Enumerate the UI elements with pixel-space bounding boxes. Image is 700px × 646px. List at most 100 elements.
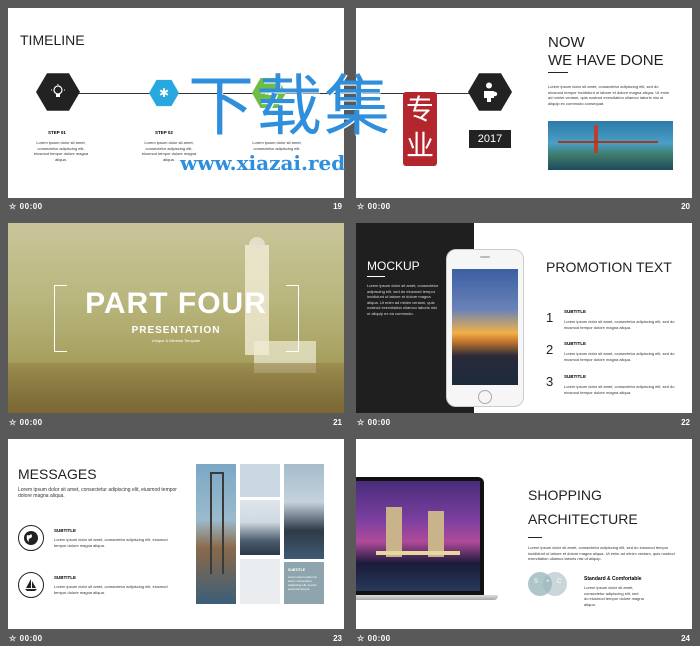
slide-title: TIMELINE	[20, 32, 85, 48]
divider	[548, 72, 568, 73]
item-number: 3	[546, 374, 554, 389]
item-text: Lorem ipsum dolor sit amet, consectetur …	[564, 351, 675, 362]
tile-label: SUBTITLE	[288, 568, 306, 572]
item-label: SUBTITLE	[564, 341, 586, 346]
slide-caption-bar: ☆ 00:00 19	[8, 200, 344, 214]
city-photo	[240, 500, 280, 555]
watermark-logo-text: 下载集	[188, 68, 392, 145]
grass-field	[8, 363, 344, 413]
circle-plus-label: +	[546, 579, 550, 585]
section-title: PART FOUR	[85, 287, 267, 320]
item-text: Lorem ipsum dolor sit amet, consectetur …	[54, 537, 168, 548]
lightbulb-icon	[36, 73, 80, 111]
body-text: Lorem ipsum dolor sit amet, consectetur …	[548, 84, 670, 106]
slide-timing: 00:00	[367, 418, 391, 427]
tile-text: Lorem ipsum dolor sit amet, consectetur …	[288, 575, 317, 591]
bridge-photo	[548, 121, 673, 170]
phone-mockup	[446, 249, 524, 407]
bridge-deck	[376, 551, 460, 555]
bridge-tower	[386, 507, 402, 557]
transition-star-icon: ☆	[357, 418, 365, 427]
title-line: WE HAVE DONE	[548, 52, 664, 69]
bridge-deck	[558, 141, 658, 143]
slide-caption-bar: ☆ 00:00 24	[356, 632, 692, 646]
title-line: ARCHITECTURE	[528, 511, 638, 527]
item-label: SUBTITLE	[54, 528, 76, 533]
slide-title: SHOPPING ARCHITECTURE	[528, 483, 638, 531]
slide-timing: 00:00	[367, 202, 391, 211]
mockup-label: MOCKUP	[367, 259, 420, 273]
slide-thumbnail-21[interactable]: PART FOUR PRESENTATION Unique & Minimal …	[8, 223, 344, 413]
transition-star-icon: ☆	[9, 418, 17, 427]
feature-label: Standard & Comfortable	[584, 576, 642, 582]
transition-star-icon: ☆	[357, 634, 365, 643]
phone-speaker	[480, 256, 490, 258]
slide-thumbnail-24[interactable]: SHOPPING ARCHITECTURE Lorem ipsum dolor …	[356, 439, 692, 629]
transition-star-icon: ☆	[9, 202, 17, 211]
item-text: Lorem ipsum dolor sit amet, consectetur …	[564, 384, 675, 395]
bridge-tower	[210, 472, 224, 574]
slide-title: NOW WE HAVE DONE	[548, 34, 664, 70]
body-text: Lorem ipsum dolor sit amet, consectetur …	[528, 545, 675, 561]
item-label: SUBTITLE	[564, 309, 586, 314]
step-label: STEP 02	[155, 130, 173, 135]
section-tagline: Unique & Minimal Template	[151, 338, 201, 343]
item-text: Lorem ipsum dolor sit amet, consectetur …	[564, 319, 675, 330]
slide-caption-bar: ☆ 00:00 20	[356, 200, 692, 214]
slide-timing: 00:00	[19, 418, 43, 427]
tower-bridge-photo	[356, 481, 480, 591]
home-button	[478, 390, 492, 404]
slide-timing: 00:00	[19, 634, 43, 643]
businessman-icon	[468, 73, 512, 111]
year-badge: 2017	[469, 130, 511, 148]
divider	[367, 276, 385, 277]
slide-number: 21	[333, 418, 342, 427]
item-number: 1	[546, 310, 554, 325]
step-label: STEP 01	[48, 130, 66, 135]
bridge-tower	[594, 125, 598, 153]
item-number: 2	[546, 342, 554, 357]
slide-number: 19	[333, 202, 342, 211]
slide-caption-bar: ☆ 00:00 22	[356, 416, 692, 430]
watermark-seal: 专业	[403, 92, 437, 166]
slide-title: MESSAGES	[18, 466, 97, 482]
title-line: NOW	[548, 34, 585, 51]
intro-text: Lorem ipsum dolor sit amet, consectetur …	[18, 487, 177, 499]
photo-tile	[240, 559, 280, 604]
sailboat-icon	[18, 572, 44, 598]
transition-star-icon: ☆	[357, 202, 365, 211]
feature-text: Lorem ipsum dolor sit amet, consectetur …	[584, 585, 644, 607]
item-text: Lorem ipsum dolor sit amet, consectetur …	[54, 584, 168, 595]
slide-number: 20	[681, 202, 690, 211]
slide-number: 24	[681, 634, 690, 643]
slide-timing: 00:00	[367, 634, 391, 643]
lighthouse-lamp	[249, 237, 265, 249]
item-label: SUBTITLE	[54, 575, 76, 580]
slide-caption-bar: ☆ 00:00 23	[8, 632, 344, 646]
laptop-mockup	[356, 477, 484, 595]
laptop-base	[356, 595, 498, 600]
slide-title: PROMOTION TEXT	[546, 259, 672, 275]
transition-star-icon: ☆	[9, 634, 17, 643]
skyline-photo	[284, 464, 324, 559]
slide-timing: 00:00	[19, 202, 43, 211]
slide-number: 23	[333, 634, 342, 643]
slide-thumbnail-22[interactable]: MOCKUP Lorem ipsum dolor sit amet, conse…	[356, 223, 692, 413]
slide-thumbnail-23[interactable]: MESSAGES Lorem ipsum dolor sit amet, con…	[8, 439, 344, 629]
slide-number: 22	[681, 418, 690, 427]
circle-s-label: S	[534, 579, 539, 585]
subtitle-tile: SUBTITLE Lorem ipsum dolor sit amet, con…	[284, 562, 324, 604]
watermark-url: www.xiazai.red	[180, 151, 346, 175]
phone-screen-photo	[452, 269, 518, 385]
globe-icon	[18, 525, 44, 551]
slide-caption-bar: ☆ 00:00 21	[8, 416, 344, 430]
photo-tile	[240, 464, 280, 497]
snowflake-icon: ✱	[149, 79, 179, 107]
title-line: SHOPPING	[528, 487, 602, 503]
step-text: Lorem ipsum dolor sit amet, consectetur …	[33, 140, 89, 162]
section-subtitle: PRESENTATION	[131, 325, 221, 336]
bridge-photo	[196, 464, 236, 604]
divider	[528, 537, 542, 538]
mockup-body: Lorem ipsum dolor sit amet, consectetur …	[367, 283, 439, 316]
item-label: SUBTITLE	[564, 374, 586, 379]
